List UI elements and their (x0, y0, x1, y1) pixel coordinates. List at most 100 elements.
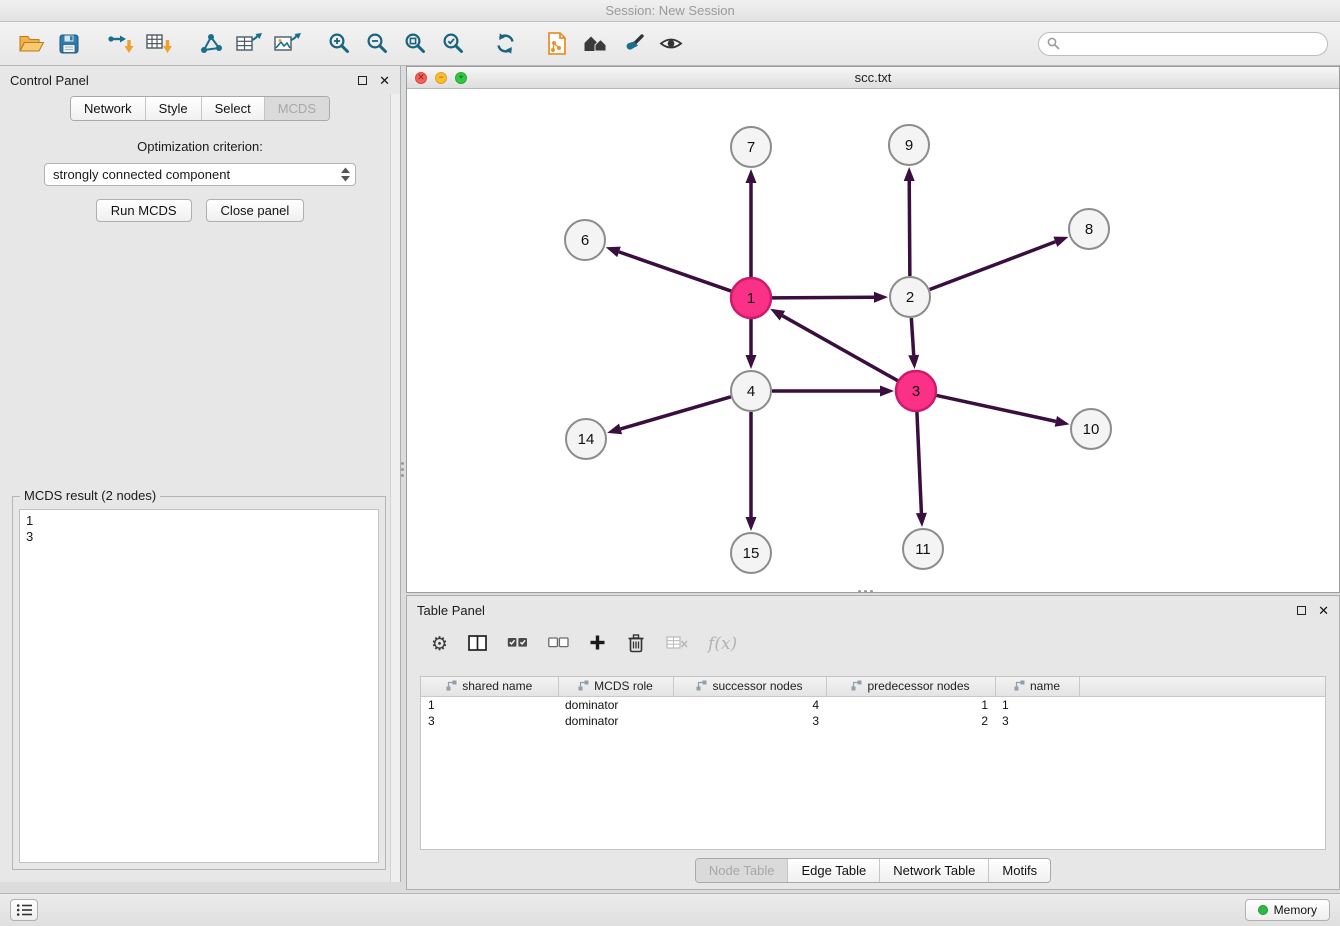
tab-motifs[interactable]: Motifs (988, 859, 1050, 882)
function-builder-button-disabled[interactable]: f(x) (708, 634, 737, 654)
mcds-result-item[interactable]: 1 (26, 513, 372, 529)
save-session-button[interactable] (50, 27, 88, 61)
graph-edge-2-3[interactable] (911, 318, 913, 355)
graph-node-label: 7 (747, 139, 755, 156)
close-panel-button[interactable]: Close panel (206, 199, 305, 222)
import-public-database-button[interactable] (538, 27, 576, 61)
task-history-button[interactable] (10, 899, 38, 921)
zoom-selected-button[interactable] (434, 27, 472, 61)
zoom-out-button[interactable] (358, 27, 396, 61)
column-header-predecessor-nodes[interactable]: predecessor nodes (826, 677, 995, 696)
tab-node-table[interactable]: Node Table (696, 859, 788, 882)
table-cell[interactable]: 3 (673, 713, 826, 729)
memory-button[interactable]: Memory (1245, 899, 1330, 921)
open-session-button[interactable] (12, 27, 50, 61)
graph-edge-3-1[interactable] (782, 316, 897, 381)
graph-node-6[interactable]: 6 (565, 220, 605, 260)
export-table-button[interactable] (230, 27, 268, 61)
graph-node-7[interactable]: 7 (731, 127, 771, 167)
run-mcds-button[interactable]: Run MCDS (96, 199, 192, 222)
search-field[interactable] (1038, 32, 1328, 56)
graph-edge-3-11[interactable] (917, 412, 921, 513)
table-cell[interactable]: 1 (826, 696, 995, 713)
window-zoom-button[interactable]: + (455, 72, 467, 84)
table-cell[interactable]: 3 (421, 713, 558, 729)
refresh-button[interactable] (486, 27, 524, 61)
graph-edge-4-14[interactable] (621, 397, 731, 429)
search-input[interactable] (1066, 36, 1319, 51)
vertical-splitter-handle[interactable] (401, 462, 404, 465)
graph-node-15[interactable]: 15 (731, 533, 771, 573)
table-row[interactable]: 3dominator323 (421, 713, 1325, 729)
graph-edge-3-10[interactable] (937, 395, 1056, 421)
window-minimize-button[interactable]: − (435, 72, 447, 84)
column-header-name[interactable]: name (995, 677, 1079, 696)
graph-node-1[interactable]: 1 (731, 278, 771, 318)
graph-node-4[interactable]: 4 (731, 371, 771, 411)
table-row[interactable]: 1dominator411 (421, 696, 1325, 713)
zoom-fit-button[interactable] (396, 27, 434, 61)
network-view-window: scc.txt ✕ − + 7 9 6 8 1 2 4 3 14 10 15 11 (406, 66, 1340, 593)
tab-network-table[interactable]: Network Table (879, 859, 988, 882)
style-paint-button[interactable] (614, 27, 652, 61)
window-close-button[interactable]: ✕ (415, 72, 427, 84)
optimization-criterion-select[interactable]: strongly connected component (44, 163, 356, 186)
graph-node-3[interactable]: 3 (896, 371, 936, 411)
column-header-successor-nodes[interactable]: successor nodes (673, 677, 826, 696)
network-window-title: scc.txt (407, 70, 1339, 85)
search-icon (1047, 37, 1060, 50)
delete-table-icon (666, 635, 688, 650)
graph-node-8[interactable]: 8 (1069, 209, 1109, 249)
control-panel: Control Panel ✕ Network Style Select MCD… (0, 66, 401, 882)
table-cell[interactable]: 1 (995, 696, 1079, 713)
column-header-mcds-role[interactable]: MCDS role (558, 677, 673, 696)
tab-mcds[interactable]: MCDS (264, 97, 329, 120)
zoom-in-button[interactable] (320, 27, 358, 61)
graph-node-11[interactable]: 11 (903, 529, 943, 569)
graph-edge-1-2[interactable] (772, 297, 874, 298)
graph-edge-2-9[interactable] (909, 181, 910, 276)
mcds-result-list[interactable]: 13 (19, 509, 379, 863)
table-cell[interactable]: 1 (421, 696, 558, 713)
close-table-panel-icon[interactable]: ✕ (1318, 604, 1329, 617)
network-canvas[interactable]: 7 9 6 8 1 2 4 3 14 10 15 11 (407, 89, 1339, 592)
table-cell[interactable]: dominator (558, 713, 673, 729)
tab-network[interactable]: Network (71, 97, 145, 120)
import-network-button[interactable] (102, 27, 140, 61)
graph-edge-2-8[interactable] (930, 242, 1056, 290)
network-window-titlebar[interactable]: scc.txt ✕ − + (407, 67, 1339, 89)
home-button[interactable] (576, 27, 614, 61)
table-cell[interactable]: 2 (826, 713, 995, 729)
graph-node-9[interactable]: 9 (889, 125, 929, 165)
trash-icon (626, 633, 646, 653)
show-graphics-button[interactable] (652, 27, 690, 61)
export-image-button[interactable] (268, 27, 306, 61)
unselect-all-columns-button[interactable] (548, 636, 569, 652)
select-all-columns-button[interactable] (507, 636, 528, 652)
tab-edge-table[interactable]: Edge Table (787, 859, 879, 882)
graph-edge-1-6[interactable] (619, 252, 731, 291)
control-panel-scrollbar[interactable] (390, 94, 400, 882)
table-cell[interactable]: 4 (673, 696, 826, 713)
mcds-result-item[interactable]: 3 (26, 529, 372, 545)
create-column-button[interactable] (589, 634, 606, 654)
show-columns-button[interactable] (468, 635, 487, 654)
table-cell[interactable]: dominator (558, 696, 673, 713)
table-cell[interactable]: 3 (995, 713, 1079, 729)
delete-column-button[interactable] (626, 633, 646, 656)
tab-style[interactable]: Style (145, 97, 201, 120)
horizontal-splitter-handle[interactable] (858, 590, 861, 593)
zoom-glyph: + (458, 73, 463, 82)
table-settings-button[interactable]: ⚙ (431, 635, 448, 654)
tab-select[interactable]: Select (201, 97, 264, 120)
graph-node-10[interactable]: 10 (1071, 409, 1111, 449)
float-table-panel-icon[interactable] (1297, 606, 1306, 615)
column-header-shared-name[interactable]: shared name (421, 677, 558, 696)
graph-node-14[interactable]: 14 (566, 419, 606, 459)
delete-table-button-disabled[interactable] (666, 635, 688, 653)
graph-node-2[interactable]: 2 (890, 277, 930, 317)
clone-network-button[interactable] (192, 27, 230, 61)
import-table-button[interactable] (140, 27, 178, 61)
close-panel-icon[interactable]: ✕ (379, 74, 390, 87)
float-panel-icon[interactable] (358, 76, 367, 85)
